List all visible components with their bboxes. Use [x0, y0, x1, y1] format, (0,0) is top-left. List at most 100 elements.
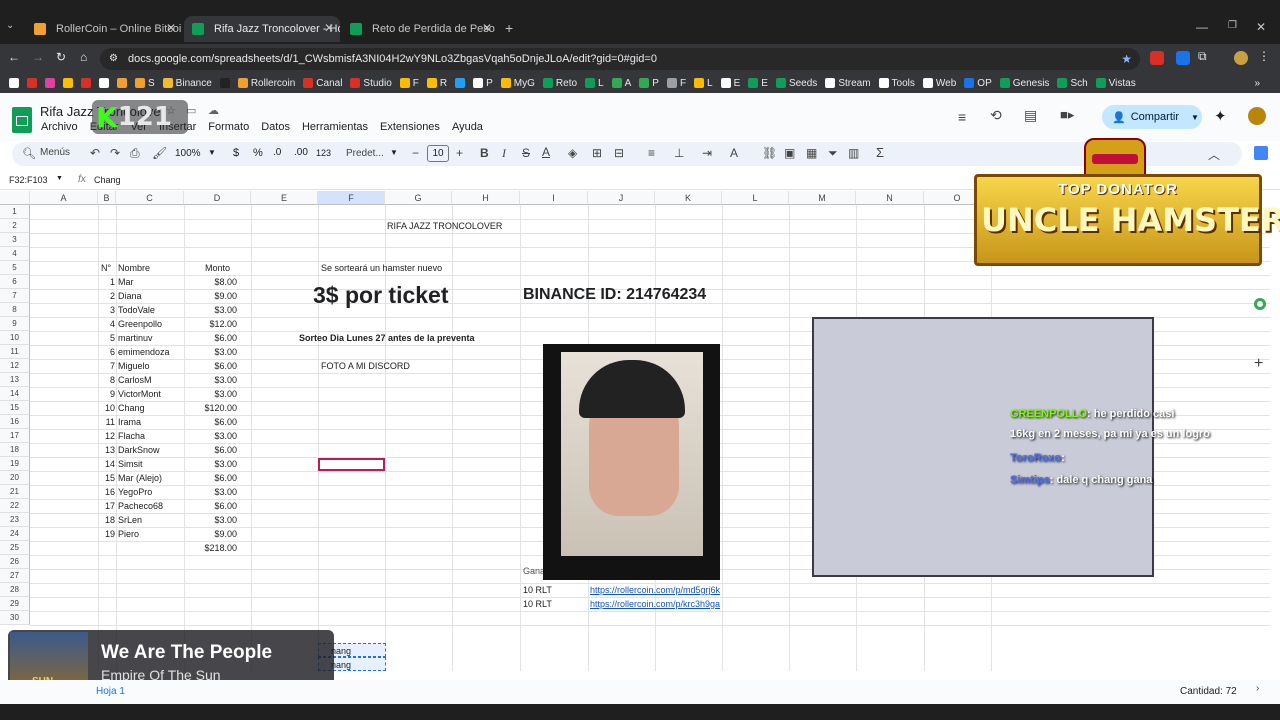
- bookmark-item[interactable]: Sch: [1054, 78, 1090, 89]
- row-header[interactable]: 26: [0, 555, 30, 569]
- select-all-corner[interactable]: [0, 191, 30, 205]
- column-header[interactable]: G: [385, 191, 452, 205]
- bookmark-item[interactable]: Seeds: [773, 78, 820, 89]
- row-header[interactable]: 2: [0, 219, 30, 233]
- bookmark-item[interactable]: [60, 78, 76, 88]
- bookmark-item[interactable]: E: [745, 78, 771, 89]
- site-info-icon[interactable]: ⚙: [109, 48, 118, 70]
- menu-6[interactable]: Herramientas: [302, 121, 368, 133]
- bookmark-item[interactable]: S: [132, 78, 158, 89]
- row-header[interactable]: 30: [0, 611, 30, 625]
- sheets-logo-icon[interactable]: [12, 107, 32, 133]
- font-size-input[interactable]: 10: [427, 145, 449, 162]
- column-header[interactable]: I: [520, 191, 588, 205]
- vertical-align-icon[interactable]: ⊥: [674, 146, 684, 160]
- bookmark-item[interactable]: L: [691, 78, 716, 89]
- chevron-down-icon[interactable]: ▼: [1191, 113, 1199, 122]
- redo-icon[interactable]: ↷: [110, 146, 120, 160]
- row-header[interactable]: 3: [0, 233, 30, 247]
- row-header[interactable]: 9: [0, 317, 30, 331]
- close-window-icon[interactable]: ✕: [1256, 20, 1266, 34]
- bookmark-item[interactable]: E: [718, 78, 744, 89]
- bookmark-item[interactable]: [42, 78, 58, 88]
- history-icon[interactable]: ⟲: [990, 107, 1002, 124]
- browser-tab-rifa[interactable]: Rifa Jazz Troncolover - Hojas d ✕: [184, 16, 340, 42]
- bookmark-item[interactable]: Genesis: [997, 78, 1053, 89]
- tab-search-icon[interactable]: ⌄: [6, 20, 14, 31]
- italic-icon[interactable]: I: [502, 146, 506, 161]
- row-header[interactable]: 14: [0, 387, 30, 401]
- zoom-select[interactable]: 100%: [175, 148, 201, 159]
- comments-icon[interactable]: ▤: [1024, 107, 1037, 124]
- back-icon[interactable]: ←: [8, 50, 20, 64]
- extensions-puzzle-icon[interactable]: ⧉: [1198, 49, 1207, 64]
- bookmark-item[interactable]: F: [664, 78, 689, 89]
- chevron-down-icon[interactable]: ▼: [208, 148, 216, 157]
- maps-icon[interactable]: [1254, 298, 1266, 310]
- prize-link[interactable]: https://rollercoin.com/p/krc3h9ga: [590, 597, 720, 611]
- browser-tab-reto[interactable]: Reto de Perdida de Peso - El M ✕: [342, 16, 498, 42]
- row-header[interactable]: 17: [0, 429, 30, 443]
- name-box[interactable]: F32:F103: [9, 175, 48, 185]
- row-header[interactable]: 21: [0, 485, 30, 499]
- bookmark-item[interactable]: Canal: [300, 78, 345, 89]
- bookmark-item[interactable]: OP: [961, 78, 994, 89]
- borders-icon[interactable]: ⊞: [592, 146, 602, 160]
- chevron-down-icon[interactable]: ▼: [56, 175, 63, 182]
- link-icon[interactable]: ⛓︎: [762, 146, 777, 160]
- rotate-text-icon[interactable]: A: [730, 146, 738, 160]
- row-header[interactable]: 12: [0, 359, 30, 373]
- bookmark-item[interactable]: Tools: [876, 78, 918, 89]
- row-header[interactable]: 1: [0, 205, 30, 219]
- meet-icon[interactable]: ■▸: [1060, 107, 1074, 123]
- bookmark-item[interactable]: Binance: [160, 78, 215, 89]
- bookmark-item[interactable]: L: [582, 78, 607, 89]
- bookmark-item[interactable]: R: [424, 78, 450, 89]
- share-button[interactable]: 👤 Compartir ▼: [1102, 105, 1202, 129]
- strikethrough-icon[interactable]: S: [522, 146, 530, 160]
- bookmark-item[interactable]: [452, 78, 468, 88]
- font-select[interactable]: Predet...: [346, 148, 384, 159]
- menu-7[interactable]: Extensiones: [380, 121, 440, 133]
- comment-icon[interactable]: ▣: [784, 146, 795, 160]
- column-header[interactable]: K: [655, 191, 722, 205]
- row-header[interactable]: 4: [0, 247, 30, 261]
- row-header[interactable]: 22: [0, 499, 30, 513]
- row-header[interactable]: 25: [0, 541, 30, 555]
- more-bookmarks-icon[interactable]: »: [1254, 78, 1260, 89]
- bookmark-item[interactable]: [78, 78, 94, 88]
- row-header[interactable]: 19: [0, 457, 30, 471]
- column-header[interactable]: L: [722, 191, 789, 205]
- forward-icon[interactable]: →: [32, 50, 44, 64]
- bookmark-item[interactable]: [24, 78, 40, 88]
- bookmark-item[interactable]: P: [636, 78, 662, 89]
- extension-icon[interactable]: [1150, 51, 1164, 65]
- row-header[interactable]: 18: [0, 443, 30, 457]
- bookmark-star-icon[interactable]: ★: [1121, 48, 1132, 70]
- search-icon[interactable]: 🔍︎: [22, 147, 36, 160]
- bookmark-item[interactable]: Web: [920, 78, 959, 89]
- row-header[interactable]: 27: [0, 569, 30, 583]
- align-icon[interactable]: ≡: [648, 146, 655, 160]
- row-header[interactable]: 10: [0, 331, 30, 345]
- bookmark-item[interactable]: Studio: [347, 78, 394, 89]
- gemini-icon[interactable]: ✦: [1214, 107, 1227, 125]
- row-header[interactable]: 20: [0, 471, 30, 485]
- bookmark-item[interactable]: P: [470, 78, 496, 89]
- row-header[interactable]: 6: [0, 275, 30, 289]
- decrease-font-icon[interactable]: −: [412, 146, 419, 160]
- currency-format-button[interactable]: $: [233, 147, 239, 159]
- column-header[interactable]: F: [318, 191, 385, 205]
- bold-icon[interactable]: B: [480, 146, 489, 160]
- filter-icon[interactable]: ⏷: [828, 146, 838, 161]
- row-header[interactable]: 15: [0, 401, 30, 415]
- row-header[interactable]: 13: [0, 373, 30, 387]
- row-header[interactable]: 8: [0, 303, 30, 317]
- column-header[interactable]: N: [856, 191, 924, 205]
- bookmark-item[interactable]: Reto: [540, 78, 580, 89]
- bookmark-item[interactable]: F: [397, 78, 422, 89]
- menu-5[interactable]: Datos: [261, 121, 290, 133]
- functions-icon[interactable]: Σ: [876, 145, 884, 160]
- column-header[interactable]: B: [98, 191, 116, 205]
- restore-icon[interactable]: ❐: [1228, 20, 1237, 31]
